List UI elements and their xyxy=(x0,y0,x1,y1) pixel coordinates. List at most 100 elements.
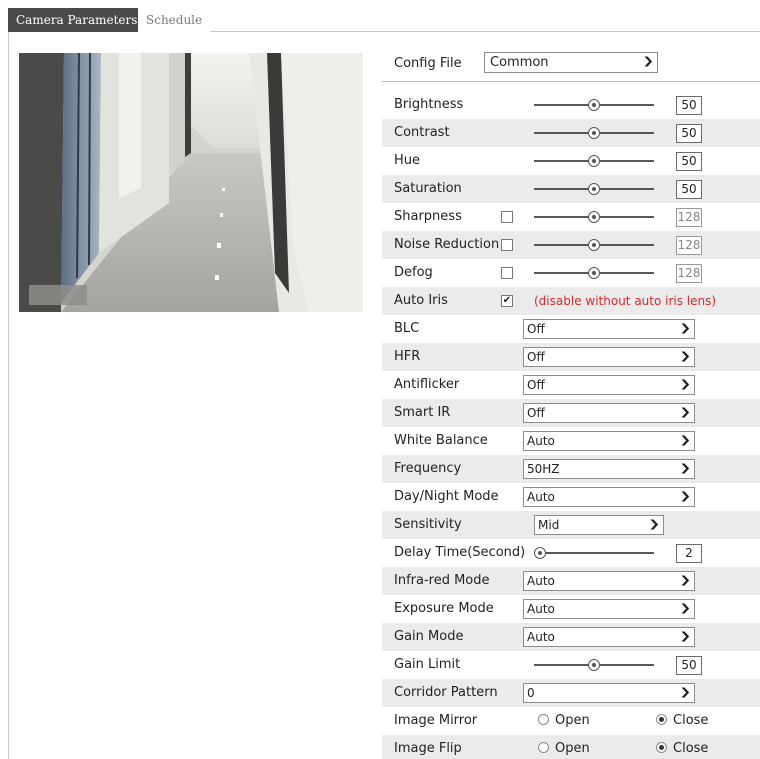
hue-slider[interactable] xyxy=(534,147,654,175)
chevron-down-icon: ❯ xyxy=(678,491,691,502)
saturation-value[interactable]: 50 xyxy=(676,180,702,199)
hfr-label: HFR xyxy=(394,349,421,364)
slider-knob[interactable] xyxy=(588,127,600,139)
panel-divider xyxy=(8,32,9,759)
frequency-select[interactable]: 50HZ ❯ xyxy=(523,459,695,479)
image-flip-row: Image Flip Open Close xyxy=(382,735,760,759)
slider-knob[interactable] xyxy=(588,239,600,251)
chevron-down-icon: ❯ xyxy=(678,603,691,614)
config-file-row: Config File Common ❯ xyxy=(382,46,760,82)
delay-time-slider[interactable] xyxy=(534,539,654,567)
blc-value: Off xyxy=(527,322,545,336)
tab-schedule[interactable]: Schedule xyxy=(138,8,211,32)
config-file-value: Common xyxy=(490,55,549,70)
slider-knob[interactable] xyxy=(588,267,600,279)
auto-iris-label: Auto Iris xyxy=(394,293,448,308)
saturation-slider[interactable] xyxy=(534,175,654,203)
gain-limit-value[interactable]: 50 xyxy=(676,656,702,675)
corridor-pattern-select[interactable]: 0 ❯ xyxy=(523,683,695,703)
sensitivity-select[interactable]: Mid ❯ xyxy=(534,515,664,535)
gain-mode-select[interactable]: Auto ❯ xyxy=(523,627,695,647)
contrast-slider[interactable] xyxy=(534,119,654,147)
tab-camera-parameters[interactable]: Camera Parameters xyxy=(8,8,146,32)
gain-limit-row: Gain Limit 50 xyxy=(382,651,760,679)
frequency-label: Frequency xyxy=(394,461,462,476)
antiflicker-select[interactable]: Off ❯ xyxy=(523,375,695,395)
noise-reduction-label: Noise Reduction xyxy=(394,237,500,252)
exposure-mode-label: Exposure Mode xyxy=(394,601,494,616)
defog-checkbox[interactable] xyxy=(501,267,513,279)
exposure-mode-select[interactable]: Auto ❯ xyxy=(523,599,695,619)
slider-knob[interactable] xyxy=(588,99,600,111)
auto-iris-warning: (disable without auto iris lens) xyxy=(534,294,717,308)
chevron-down-icon: ❯ xyxy=(678,379,691,390)
slider-knob[interactable] xyxy=(588,155,600,167)
brightness-row: Brightness 50 xyxy=(382,91,760,119)
auto-iris-checkbox[interactable]: ✔ xyxy=(501,295,513,307)
smart-ir-value: Off xyxy=(527,406,545,420)
contrast-label: Contrast xyxy=(394,125,450,140)
radio-icon xyxy=(538,714,549,725)
slider-knob[interactable] xyxy=(588,211,600,223)
chevron-down-icon: ❯ xyxy=(678,687,691,698)
noise-reduction-slider[interactable] xyxy=(534,231,654,259)
white-balance-select[interactable]: Auto ❯ xyxy=(523,431,695,451)
infrared-mode-label: Infra-red Mode xyxy=(394,573,490,588)
delay-time-value[interactable]: 2 xyxy=(676,544,702,563)
exposure-mode-row: Exposure Mode Auto ❯ xyxy=(382,595,760,623)
infrared-mode-value: Auto xyxy=(527,574,555,588)
defog-row: Defog 128 xyxy=(382,259,760,287)
white-balance-row: White Balance Auto ❯ xyxy=(382,427,760,455)
camera-preview xyxy=(19,53,363,312)
exposure-mode-value: Auto xyxy=(527,602,555,616)
image-flip-open-radio[interactable]: Open xyxy=(538,735,590,759)
white-balance-label: White Balance xyxy=(394,433,488,448)
smart-ir-select[interactable]: Off ❯ xyxy=(523,403,695,423)
gain-limit-label: Gain Limit xyxy=(394,657,461,672)
hue-label: Hue xyxy=(394,153,421,168)
brightness-slider[interactable] xyxy=(534,91,654,119)
sharpness-label: Sharpness xyxy=(394,209,462,224)
chevron-down-icon: ❯ xyxy=(678,463,691,474)
sharpness-value[interactable]: 128 xyxy=(676,208,702,227)
radio-icon xyxy=(538,742,549,753)
hfr-select[interactable]: Off ❯ xyxy=(523,347,695,367)
sharpness-slider[interactable] xyxy=(534,203,654,231)
saturation-label: Saturation xyxy=(394,181,462,196)
day-night-mode-label: Day/Night Mode xyxy=(394,489,499,504)
chevron-down-icon: ❯ xyxy=(678,323,691,334)
day-night-mode-select[interactable]: Auto ❯ xyxy=(523,487,695,507)
sensitivity-label: Sensitivity xyxy=(394,517,462,532)
hue-row: Hue 50 xyxy=(382,147,760,175)
slider-knob[interactable] xyxy=(588,183,600,195)
image-flip-close-radio[interactable]: Close xyxy=(656,735,708,759)
antiflicker-row: Antiflicker Off ❯ xyxy=(382,371,760,399)
image-mirror-open-radio[interactable]: Open xyxy=(538,707,590,735)
infrared-mode-select[interactable]: Auto ❯ xyxy=(523,571,695,591)
hue-value[interactable]: 50 xyxy=(676,152,702,171)
defog-label: Defog xyxy=(394,265,433,280)
smart-ir-row: Smart IR Off ❯ xyxy=(382,399,760,427)
blc-select[interactable]: Off ❯ xyxy=(523,319,695,339)
brightness-value[interactable]: 50 xyxy=(676,96,702,115)
blc-label: BLC xyxy=(394,321,420,336)
defog-value[interactable]: 128 xyxy=(676,264,702,283)
slider-knob[interactable] xyxy=(588,659,600,671)
noise-reduction-checkbox[interactable] xyxy=(501,239,513,251)
contrast-value[interactable]: 50 xyxy=(676,124,702,143)
sensitivity-value: Mid xyxy=(538,518,560,532)
gain-limit-slider[interactable] xyxy=(534,651,654,679)
slider-track xyxy=(534,552,654,554)
sharpness-checkbox[interactable] xyxy=(501,211,513,223)
defog-slider[interactable] xyxy=(534,259,654,287)
day-night-mode-row: Day/Night Mode Auto ❯ xyxy=(382,483,760,511)
image-mirror-close-radio[interactable]: Close xyxy=(656,707,708,735)
tab-bar: Camera Parameters Schedule xyxy=(8,8,760,32)
config-file-select[interactable]: Common ❯ xyxy=(484,52,658,73)
hfr-row: HFR Off ❯ xyxy=(382,343,760,371)
day-night-mode-value: Auto xyxy=(527,490,555,504)
contrast-row: Contrast 50 xyxy=(382,119,760,147)
noise-reduction-value[interactable]: 128 xyxy=(676,236,702,255)
radio-icon xyxy=(656,714,667,725)
slider-knob[interactable] xyxy=(534,547,546,559)
